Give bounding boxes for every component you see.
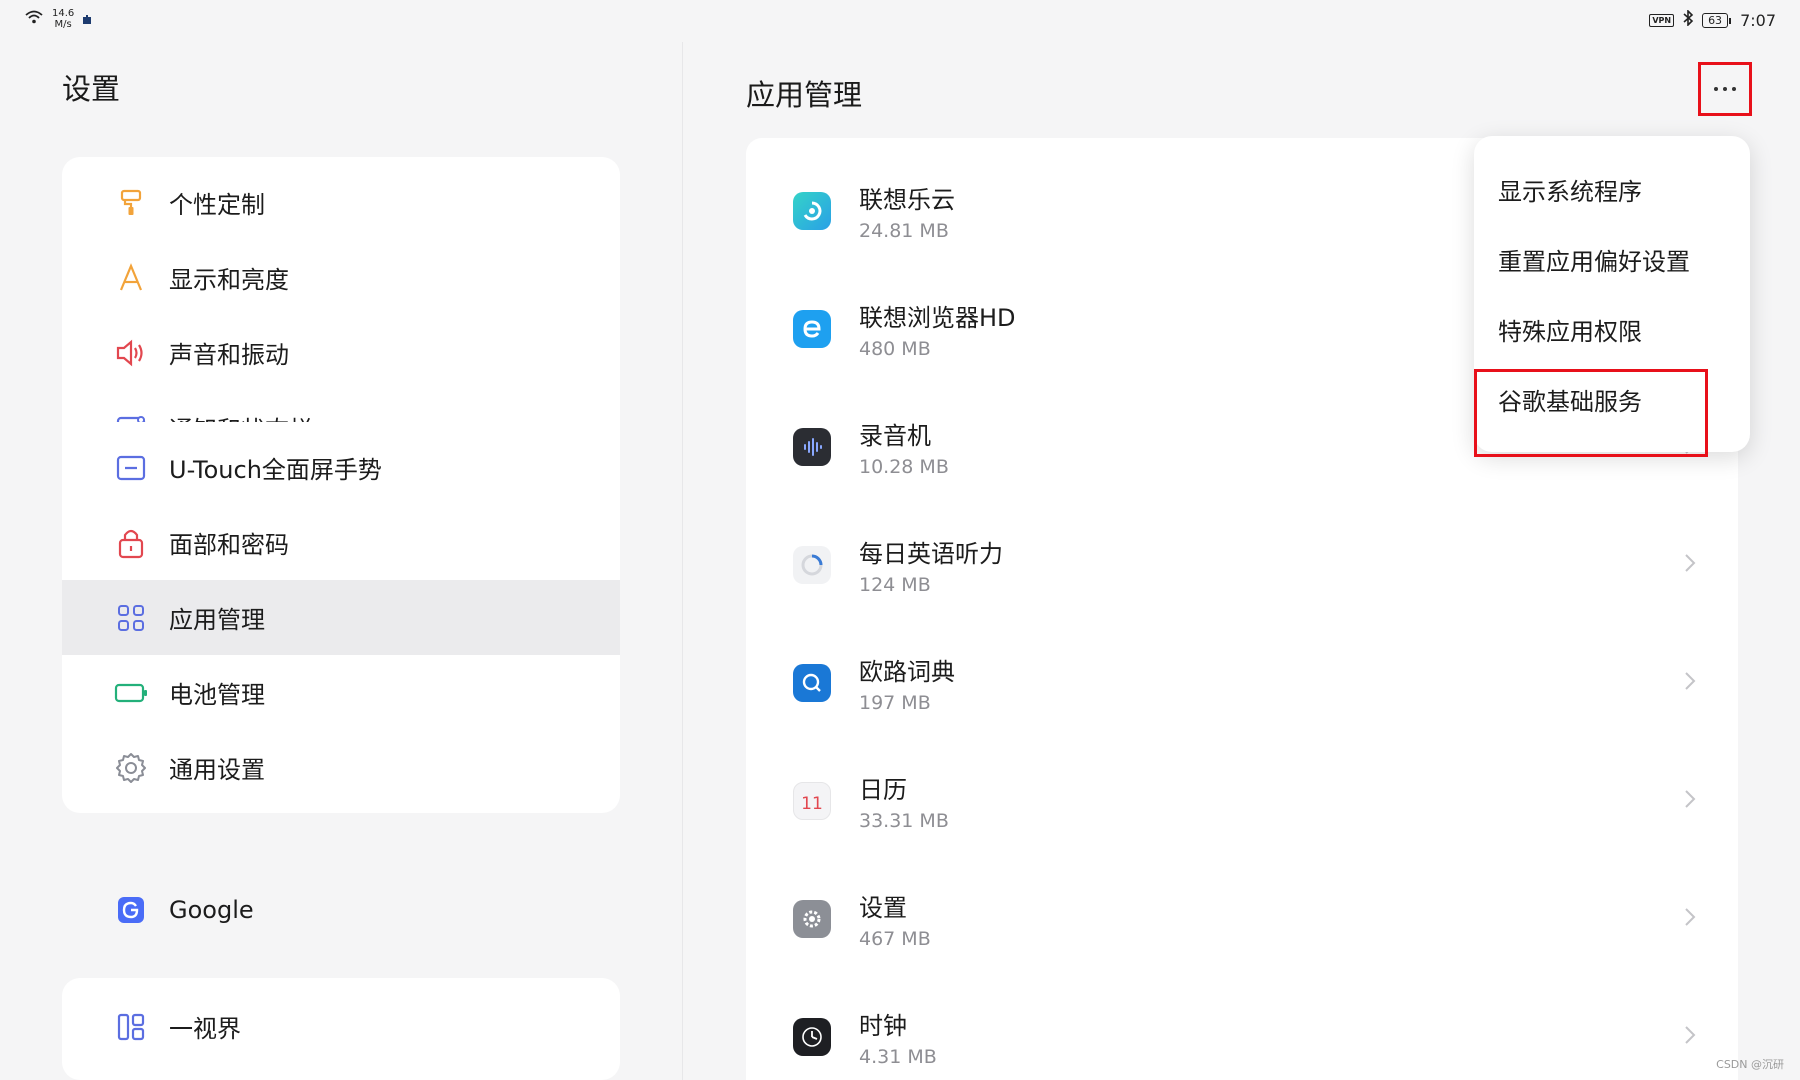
browser-icon bbox=[793, 310, 831, 348]
more-options-button[interactable] bbox=[1698, 62, 1752, 116]
chevron-right-icon bbox=[1679, 552, 1701, 574]
app-name: 时钟 bbox=[859, 1012, 907, 1040]
calendar-day: 11 bbox=[801, 794, 823, 814]
watermark: CSDN @沉研 bbox=[1716, 1058, 1784, 1071]
app-size: 10.28 MB bbox=[859, 456, 949, 478]
status-left: 14.6 M/s bbox=[24, 8, 92, 30]
sidebar-item-label: 一视界 bbox=[169, 1015, 241, 1043]
settings-app-icon bbox=[793, 900, 831, 938]
menu-item-show-system[interactable]: 显示系统程序 bbox=[1498, 172, 1642, 207]
lock-icon bbox=[114, 526, 148, 560]
font-a-icon bbox=[114, 261, 148, 295]
settings-group-2: U-Touch全面屏手势 面部和密码 应用管理 电池管理 通用设置 bbox=[62, 422, 620, 813]
chevron-right-icon bbox=[1679, 670, 1701, 692]
lecloud-icon bbox=[793, 192, 831, 230]
sidebar-item-one-vision[interactable]: 一视界 bbox=[62, 989, 620, 1064]
vpn-icon: VPN bbox=[1649, 13, 1675, 27]
app-name: 日历 bbox=[859, 776, 907, 804]
sidebar-item-utouch[interactable]: U-Touch全面屏手势 bbox=[62, 430, 620, 505]
wifi-icon bbox=[24, 9, 44, 29]
highlight-box bbox=[1474, 369, 1708, 457]
sidebar-item-sound[interactable]: 声音和振动 bbox=[62, 315, 620, 390]
sidebar-item-label: 个性定制 bbox=[169, 191, 265, 219]
sidebar-item-label: U-Touch全面屏手势 bbox=[169, 456, 382, 484]
app-name: 联想浏览器HD bbox=[859, 304, 1016, 332]
sidebar-item-general[interactable]: 通用设置 bbox=[62, 730, 620, 805]
app-name: 联想乐云 bbox=[859, 186, 955, 214]
sidebar-item-display[interactable]: 显示和亮度 bbox=[62, 240, 620, 315]
status-bar: 14.6 M/s VPN 63 7:07 bbox=[0, 0, 1800, 42]
app-notification-icon bbox=[82, 10, 92, 29]
bluetooth-icon bbox=[1682, 9, 1694, 30]
sidebar-item-label: 声音和振动 bbox=[169, 341, 289, 369]
app-size: 124 MB bbox=[859, 574, 931, 596]
clock-time: 7:07 bbox=[1740, 10, 1776, 30]
speaker-icon bbox=[114, 336, 148, 370]
sidebar-item-label: Google bbox=[169, 895, 254, 924]
detail-title: 应用管理 bbox=[746, 78, 863, 112]
calendar-icon: 11 bbox=[793, 782, 831, 820]
app-row-settings[interactable]: 设置 467 MB bbox=[746, 860, 1738, 978]
app-row-english[interactable]: 每日英语听力 124 MB bbox=[746, 506, 1738, 624]
app-size: 24.81 MB bbox=[859, 220, 949, 242]
chevron-right-icon bbox=[1679, 1024, 1701, 1046]
page-title: 设置 bbox=[62, 72, 121, 106]
menu-item-reset-preferences[interactable]: 重置应用偏好设置 bbox=[1498, 242, 1690, 277]
chevron-right-icon bbox=[1679, 788, 1701, 810]
settings-group-4: 一视界 bbox=[62, 978, 620, 1080]
sidebar-item-label: 应用管理 bbox=[169, 606, 265, 634]
battery-indicator: 63 bbox=[1702, 12, 1732, 28]
app-name: 录音机 bbox=[859, 422, 931, 450]
apps-grid-icon bbox=[114, 601, 148, 635]
battery-icon bbox=[114, 676, 148, 710]
sidebar-item-label: 显示和亮度 bbox=[169, 266, 289, 294]
app-size: 33.31 MB bbox=[859, 810, 949, 832]
settings-sidebar: 设置 个性定制 显示和亮度 声音和振动 通知和状态栏 bbox=[0, 42, 682, 1080]
sidebar-item-app-management[interactable]: 应用管理 bbox=[62, 580, 620, 655]
status-right: VPN 63 7:07 bbox=[1649, 9, 1776, 30]
paint-roller-icon bbox=[114, 186, 148, 220]
sidebar-item-google[interactable]: Google bbox=[62, 872, 620, 947]
clock-icon bbox=[793, 1018, 831, 1056]
dictionary-icon bbox=[793, 664, 831, 702]
gesture-icon bbox=[114, 451, 148, 485]
english-listening-icon bbox=[793, 546, 831, 584]
app-size: 480 MB bbox=[859, 338, 931, 360]
app-size: 4.31 MB bbox=[859, 1046, 937, 1068]
app-size: 467 MB bbox=[859, 928, 931, 950]
app-size: 197 MB bbox=[859, 692, 931, 714]
menu-item-special-access[interactable]: 特殊应用权限 bbox=[1498, 312, 1642, 347]
app-row-clock[interactable]: 时钟 4.31 MB bbox=[746, 978, 1738, 1080]
sidebar-item-label: 面部和密码 bbox=[169, 531, 289, 559]
sidebar-item-personalize[interactable]: 个性定制 bbox=[62, 165, 620, 240]
sidebar-item-label: 电池管理 bbox=[169, 681, 265, 709]
app-name: 设置 bbox=[859, 894, 907, 922]
chevron-right-icon bbox=[1679, 906, 1701, 928]
sidebar-item-battery[interactable]: 电池管理 bbox=[62, 655, 620, 730]
app-row-dictionary[interactable]: 欧路词典 197 MB bbox=[746, 624, 1738, 742]
gear-icon bbox=[114, 751, 148, 785]
app-name: 欧路词典 bbox=[859, 658, 955, 686]
google-icon bbox=[114, 893, 148, 927]
more-dot bbox=[1714, 87, 1718, 91]
network-speed: 14.6 M/s bbox=[52, 8, 75, 30]
recorder-icon bbox=[793, 428, 831, 466]
pane-divider bbox=[682, 42, 683, 1080]
layout-icon bbox=[114, 1010, 148, 1044]
sidebar-item-label: 通用设置 bbox=[169, 756, 265, 784]
app-name: 每日英语听力 bbox=[859, 540, 1003, 568]
more-dot bbox=[1723, 87, 1727, 91]
app-row-calendar[interactable]: 11 日历 33.31 MB bbox=[746, 742, 1738, 860]
more-dot bbox=[1732, 87, 1736, 91]
sidebar-item-face-password[interactable]: 面部和密码 bbox=[62, 505, 620, 580]
